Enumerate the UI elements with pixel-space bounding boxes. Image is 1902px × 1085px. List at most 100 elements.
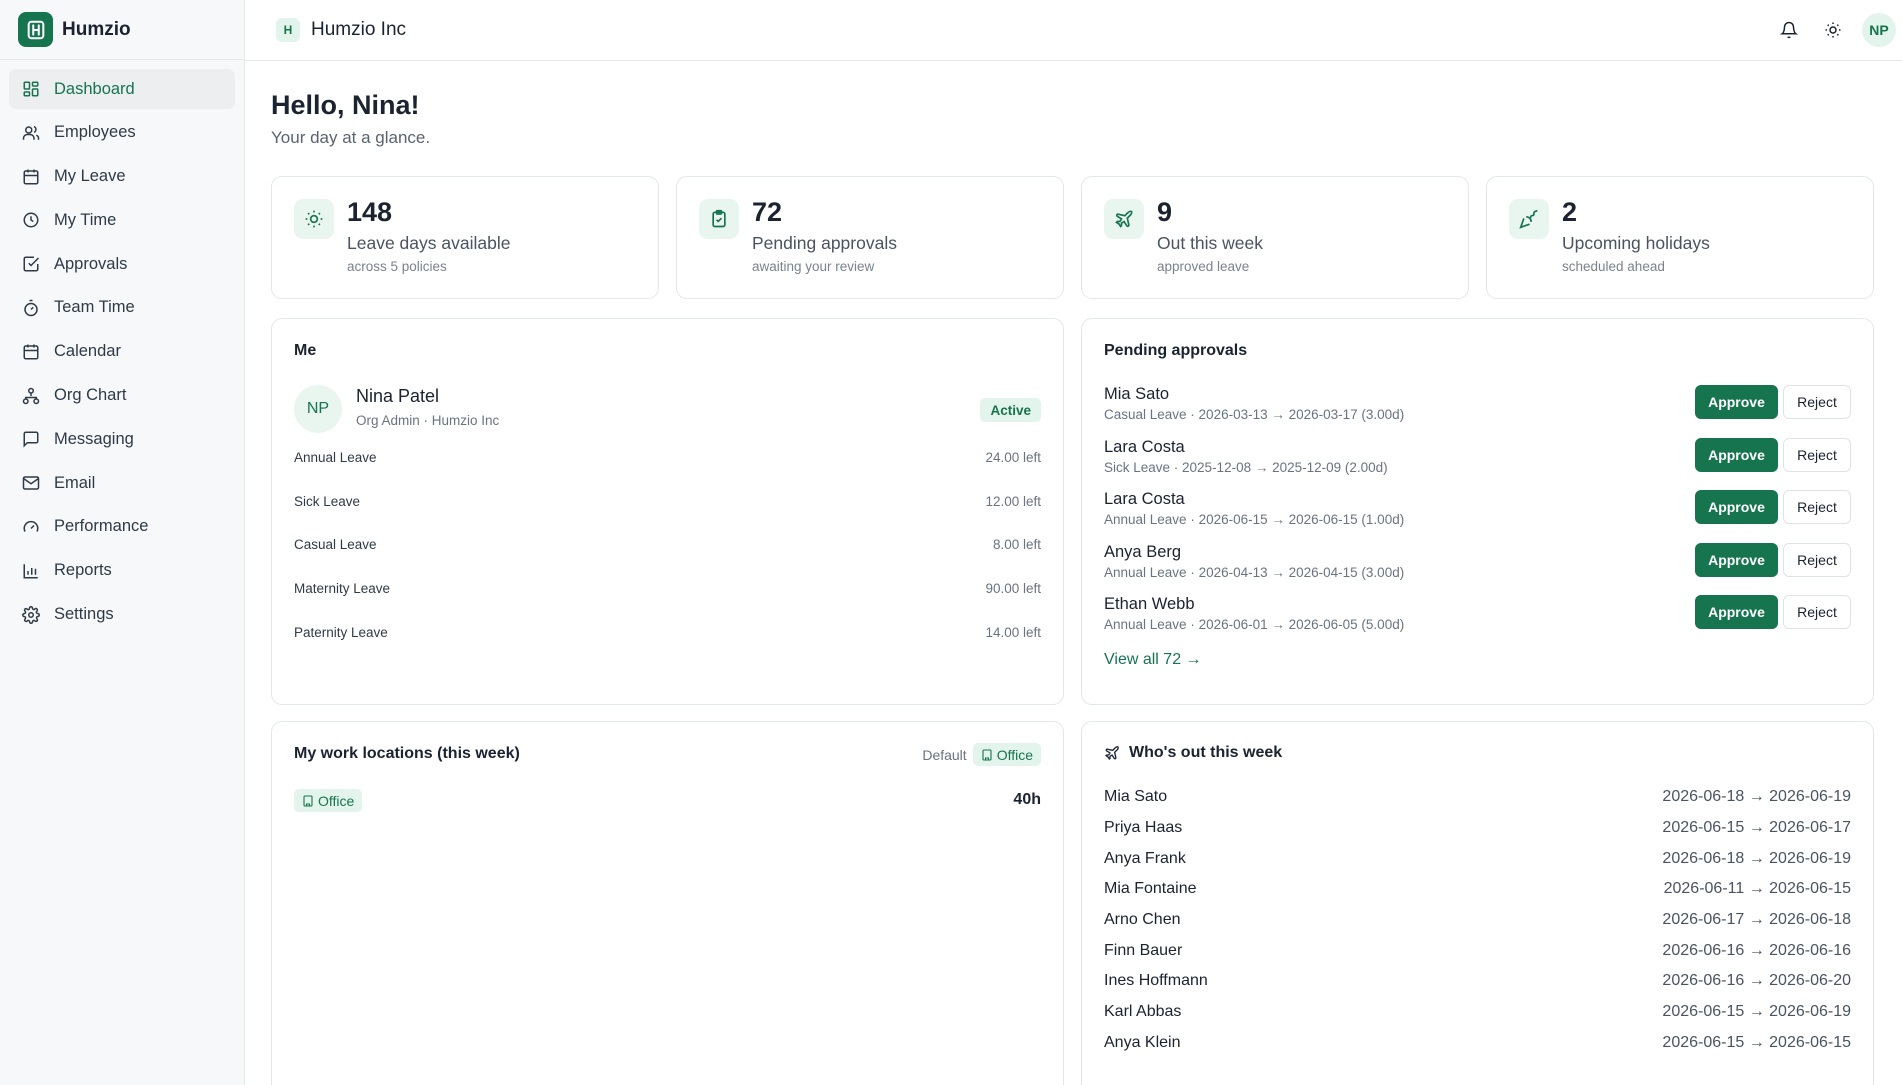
reject-button[interactable]: Reject <box>1783 543 1851 577</box>
sidebar-item-reports[interactable]: Reports <box>9 551 235 591</box>
stat-card-out-this-week[interactable]: 9 Out this week approved leave <box>1081 176 1469 299</box>
building-icon <box>303 794 313 807</box>
stat-subtext: scheduled ahead <box>1562 259 1665 274</box>
calendar-icon <box>23 169 39 185</box>
leave-remaining: 90.00 left <box>985 580 1041 596</box>
sidebar-item-email[interactable]: Email <box>9 463 235 503</box>
approve-button[interactable]: Approve <box>1695 595 1778 629</box>
gauge-icon <box>23 520 39 532</box>
leave-remaining: 24.00 left <box>985 449 1041 465</box>
whos-out-card: Who's out this week Mia Sato 2026-06-18 … <box>1081 721 1874 1085</box>
dashboard-icon <box>23 81 39 97</box>
sidebar-item-label: Calendar <box>54 342 121 361</box>
view-all-approvals-link[interactable]: View all 72 → <box>1104 651 1202 669</box>
profile-role: Org Admin · Humzio Inc <box>356 413 500 428</box>
reject-button[interactable]: Reject <box>1783 438 1851 472</box>
sidebar-item-messaging[interactable]: Messaging <box>9 419 235 459</box>
clock-icon <box>23 212 39 228</box>
sun-icon <box>294 199 334 239</box>
employee-name: Mia Fontaine <box>1104 880 1197 897</box>
employee-name: Arno Chen <box>1104 911 1181 928</box>
stat-card-pending-approvals[interactable]: 72 Pending approvals awaiting your revie… <box>676 176 1064 299</box>
page-title: Hello, Nina! <box>271 90 420 120</box>
sidebar-item-settings[interactable]: Settings <box>9 595 235 635</box>
employee-name: Anya Klein <box>1104 1034 1181 1051</box>
approve-button[interactable]: Approve <box>1695 543 1778 577</box>
sidebar-item-label: My Time <box>54 210 117 229</box>
approval-detail: Annual Leave · 2026-04-13 → 2026-04-15 (… <box>1104 565 1405 580</box>
sidebar-item-team-time[interactable]: Team Time <box>9 288 235 328</box>
list-item: Ines Hoffmann 2026-06-16 → 2026-06-20 <box>1104 970 1851 992</box>
org-name[interactable]: Humzio Inc <box>311 19 406 41</box>
sidebar-item-label: Messaging <box>54 429 134 448</box>
leave-dates: 2026-06-18 → 2026-06-19 <box>1662 850 1851 867</box>
profile-name[interactable]: Nina Patel <box>356 386 439 407</box>
sidebar-item-my-time[interactable]: My Time <box>9 200 235 240</box>
bell-icon <box>1780 21 1798 39</box>
leave-dates: 2026-06-17 → 2026-06-18 <box>1662 911 1851 928</box>
list-item: Arno Chen 2026-06-17 → 2026-06-18 <box>1104 909 1851 931</box>
default-location: Default Office <box>922 743 1041 766</box>
stat-value: 148 <box>347 197 393 227</box>
sidebar-item-performance[interactable]: Performance <box>9 507 235 547</box>
sidebar-item-label: My Leave <box>54 167 126 186</box>
stat-subtext: across 5 policies <box>347 259 447 274</box>
location-badge: Office <box>294 789 363 812</box>
sidebar-item-org-chart[interactable]: Org Chart <box>9 376 235 416</box>
sidebar-item-employees[interactable]: Employees <box>9 113 235 153</box>
employee-name: Anya Frank <box>1104 850 1186 867</box>
approval-row: Lara Costa Sick Leave · 2025-12-08 → 202… <box>1104 438 1851 478</box>
approval-row: Mia Sato Casual Leave · 2026-03-13 → 202… <box>1104 385 1851 425</box>
leave-dates: 2026-06-15 → 2026-06-17 <box>1662 819 1851 836</box>
list-item: Karl Abbas 2026-06-15 → 2026-06-19 <box>1104 1001 1851 1023</box>
leave-type: Sick Leave <box>294 493 361 509</box>
timer-icon <box>24 299 38 317</box>
reject-button[interactable]: Reject <box>1783 490 1851 524</box>
approval-detail: Sick Leave · 2025-12-08 → 2025-12-09 (2.… <box>1104 460 1388 475</box>
approval-employee: Lara Costa <box>1104 438 1185 456</box>
top-actions: NP <box>1774 13 1896 47</box>
sidebar-item-calendar[interactable]: Calendar <box>9 332 235 372</box>
approval-row: Anya Berg Annual Leave · 2026-04-13 → 20… <box>1104 543 1851 583</box>
pill-label: Office <box>318 792 355 809</box>
leave-dates: 2026-06-15 → 2026-06-15 <box>1662 1034 1851 1051</box>
leave-balance-row: Maternity Leave 90.00 left <box>294 578 1041 598</box>
brand[interactable]: Humzio <box>0 0 244 60</box>
sidebar-item-approvals[interactable]: Approvals <box>9 244 235 284</box>
message-icon <box>23 431 39 448</box>
user-avatar[interactable]: NP <box>1862 13 1896 47</box>
stat-label: Upcoming holidays <box>1562 233 1710 253</box>
stat-card-upcoming-holidays[interactable]: 2 Upcoming holidays scheduled ahead <box>1486 176 1874 299</box>
leave-balance-row: Annual Leave 24.00 left <box>294 447 1041 467</box>
stat-card-leave-days[interactable]: 148 Leave days available across 5 polici… <box>271 176 659 299</box>
stat-label: Leave days available <box>347 233 511 253</box>
topbar: H Humzio Inc NP <box>245 0 1902 61</box>
sidebar-item-dashboard[interactable]: Dashboard <box>9 69 235 109</box>
card-title: Pending approvals <box>1104 342 1248 359</box>
stat-label: Out this week <box>1157 233 1264 253</box>
leave-type: Paternity Leave <box>294 624 388 640</box>
approve-button[interactable]: Approve <box>1695 490 1778 524</box>
leave-remaining: 14.00 left <box>985 624 1041 640</box>
list-item: Anya Klein 2026-06-15 → 2026-06-15 <box>1104 1032 1851 1054</box>
list-item: Mia Sato 2026-06-18 → 2026-06-19 <box>1104 786 1851 808</box>
sidebar-item-label: Settings <box>54 605 114 624</box>
approve-button[interactable]: Approve <box>1695 438 1778 472</box>
clipboard-check-icon <box>699 199 739 239</box>
reject-button[interactable]: Reject <box>1783 385 1851 419</box>
approve-button[interactable]: Approve <box>1695 385 1778 419</box>
me-card: Me NP Nina Patel Org Admin · Humzio Inc … <box>271 318 1064 705</box>
default-location-badge[interactable]: Office <box>972 743 1041 766</box>
notifications-button[interactable] <box>1774 13 1804 47</box>
leave-type: Casual Leave <box>294 536 377 552</box>
theme-toggle-button[interactable] <box>1818 13 1848 47</box>
sidebar-item-my-leave[interactable]: My Leave <box>9 157 235 197</box>
calendar-days-icon <box>23 344 39 360</box>
party-popper-icon <box>1509 199 1549 239</box>
card-title: My work locations (this week) <box>294 745 520 762</box>
page-subtitle: Your day at a glance. <box>271 128 431 147</box>
reject-button[interactable]: Reject <box>1783 595 1851 629</box>
brand-name: Humzio <box>62 18 131 40</box>
pending-approvals-card: Pending approvals Mia Sato Casual Leave … <box>1081 318 1874 705</box>
main-content: Hello, Nina! Your day at a glance. 148 L… <box>245 61 1902 1085</box>
